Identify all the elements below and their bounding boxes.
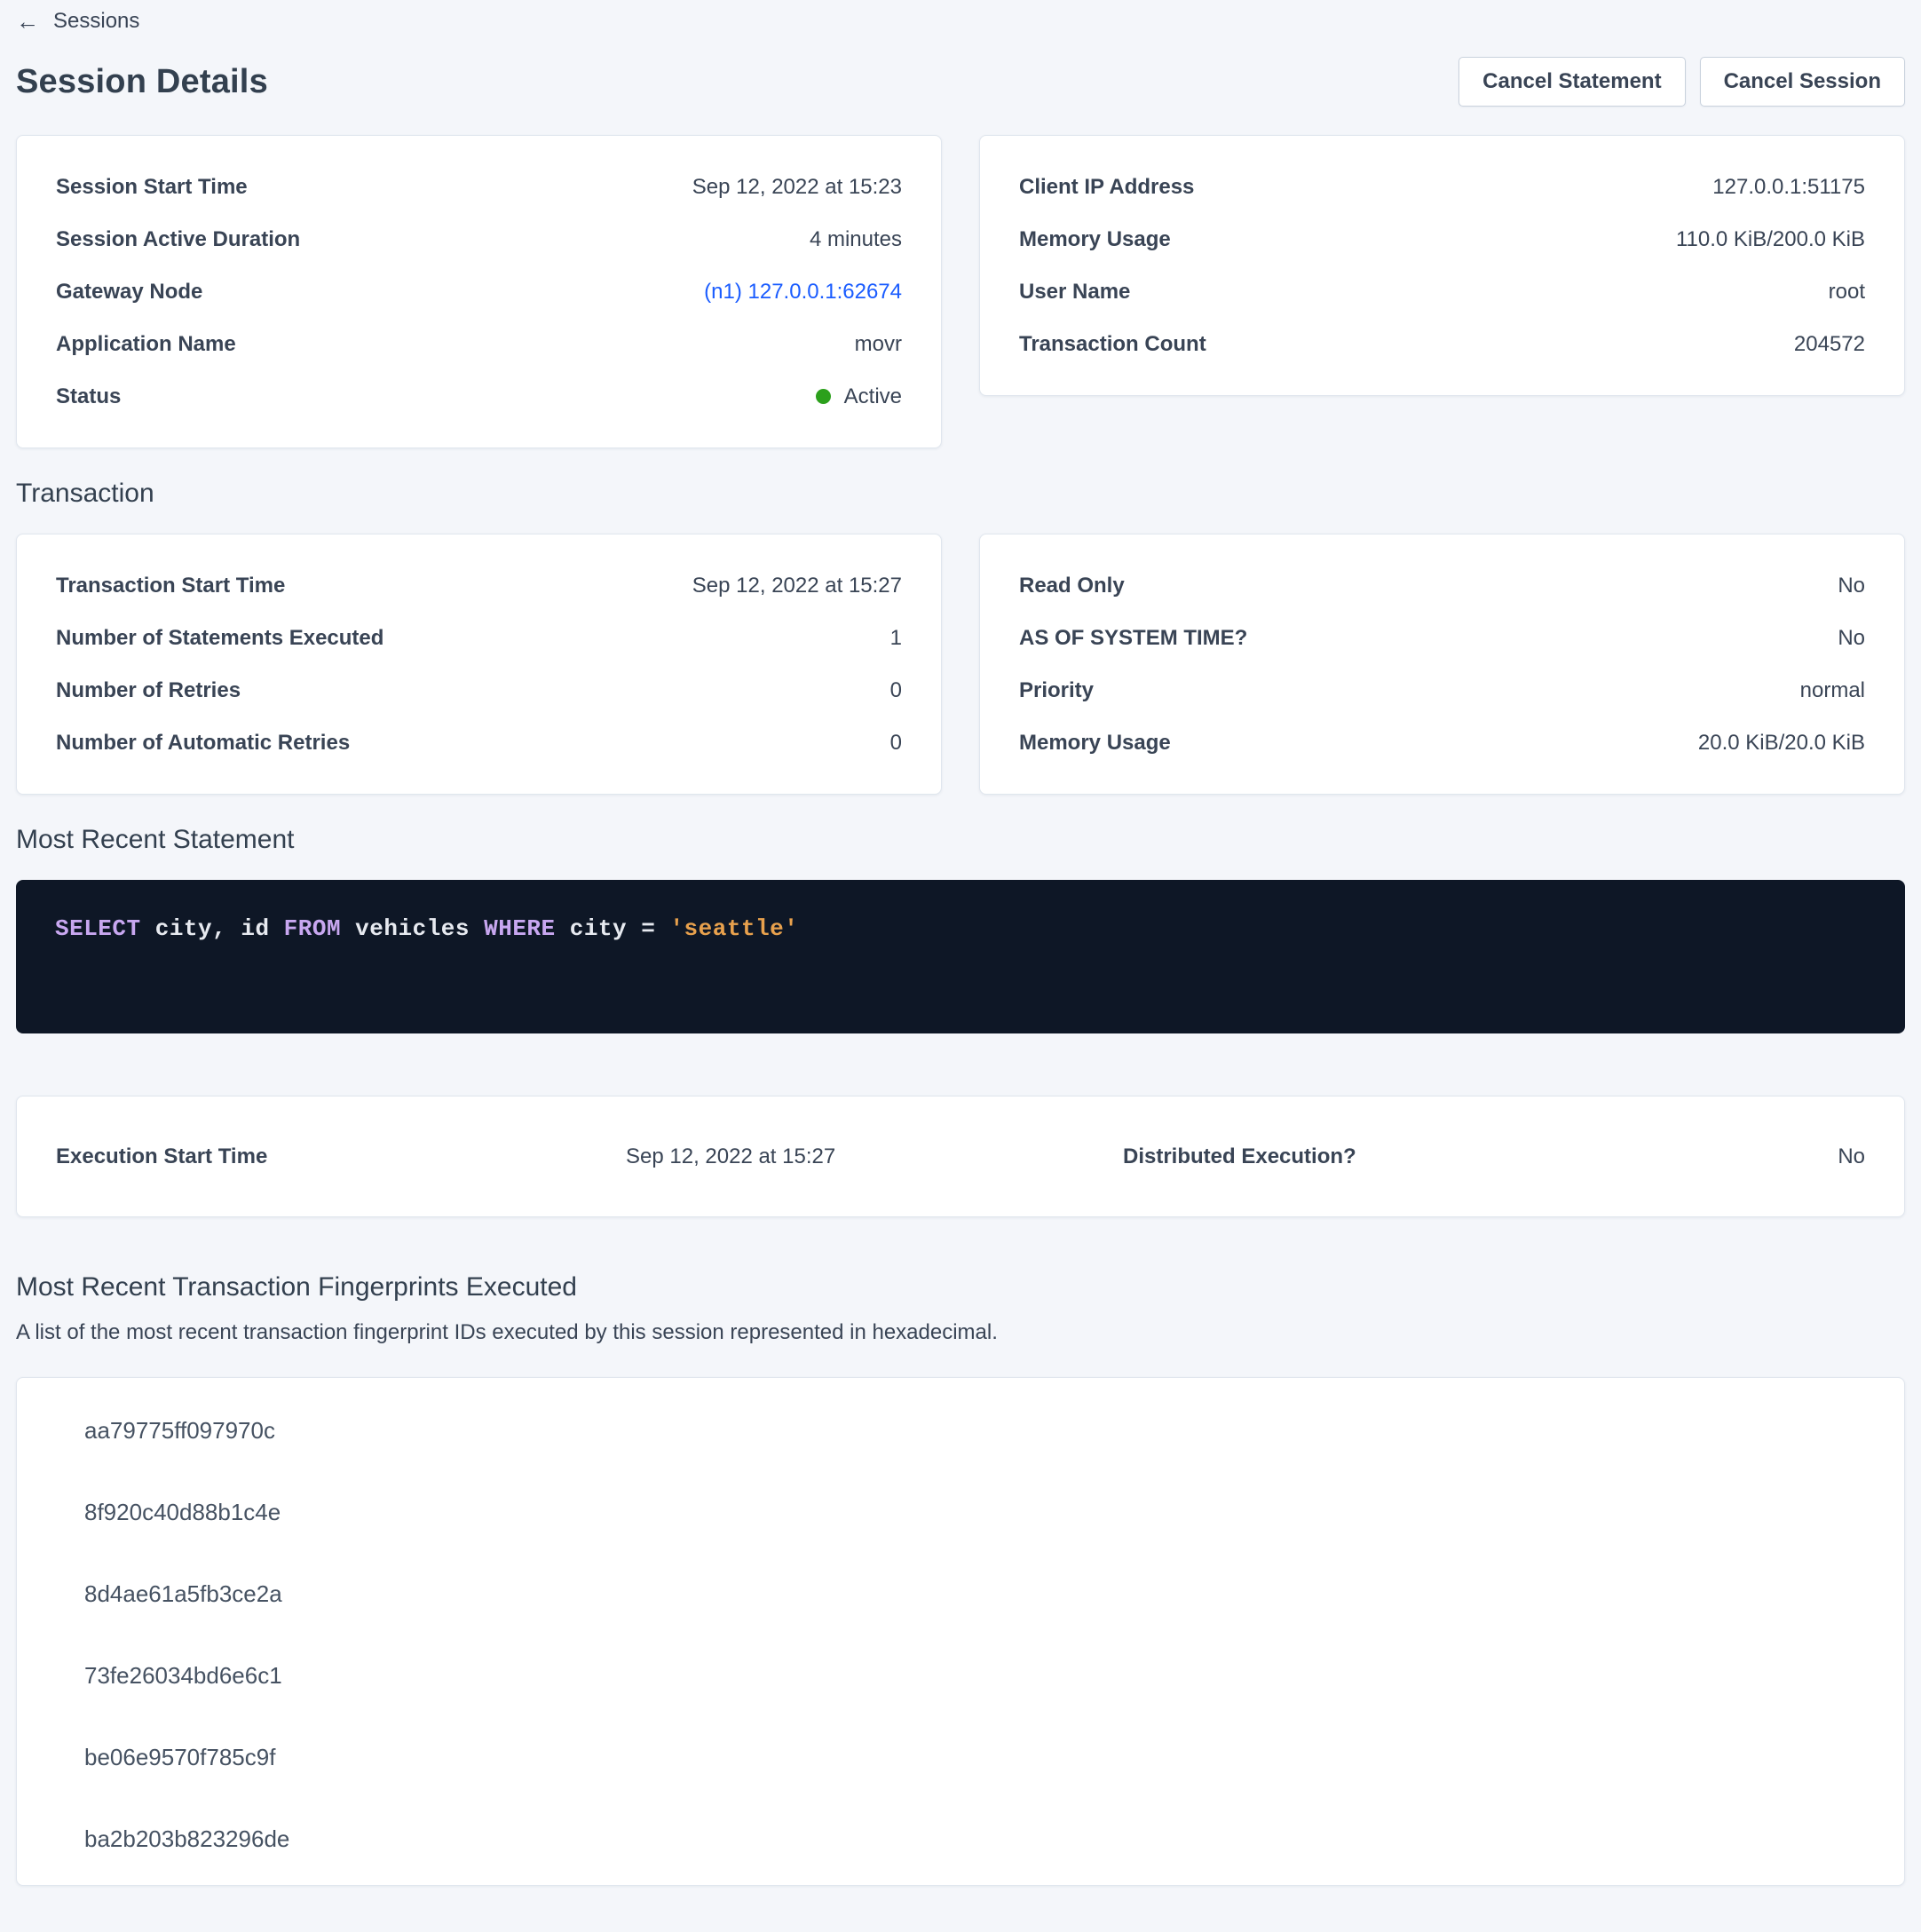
gateway-node-row: Gateway Node (n1) 127.0.0.1:62674 [56, 265, 902, 318]
session-details-page: ← Sessions Session Details Cancel Statem… [0, 0, 1921, 1886]
row-value: 4 minutes [810, 227, 902, 252]
row-value: Sep 12, 2022 at 15:23 [692, 175, 902, 200]
row-value: 1 [890, 626, 902, 651]
session-summary-grid: Session Start Time Sep 12, 2022 at 15:23… [16, 135, 1905, 448]
status-badge: Active [816, 384, 902, 409]
row-value: Sep 12, 2022 at 15:27 [692, 574, 902, 598]
fingerprint-item: 73fe26034bd6e6c1 [84, 1662, 1865, 1690]
memory-usage-row: Memory Usage 110.0 KiB/200.0 KiB [1019, 213, 1865, 265]
row-label: Session Start Time [56, 175, 248, 200]
row-value: 0 [890, 731, 902, 756]
distributed-execution-value: No [1838, 1144, 1865, 1169]
row-label: Client IP Address [1019, 175, 1194, 200]
statements-executed-row: Number of Statements Executed 1 [56, 612, 902, 664]
fingerprints-section-heading: Most Recent Transaction Fingerprints Exe… [16, 1272, 1905, 1303]
row-value: root [1829, 280, 1865, 305]
row-label: Application Name [56, 332, 236, 357]
row-label: Transaction Start Time [56, 574, 285, 598]
execution-start-time-label: Execution Start Time [56, 1144, 626, 1169]
fingerprint-item: ba2b203b823296de [84, 1825, 1865, 1853]
page-header: Session Details Cancel Statement Cancel … [16, 57, 1905, 107]
row-label: Memory Usage [1019, 227, 1171, 252]
user-name-row: User Name root [1019, 265, 1865, 318]
sql-statement: SELECT city, id FROM vehicles WHERE city… [55, 915, 1866, 942]
transaction-info-card: Transaction Start Time Sep 12, 2022 at 1… [16, 534, 942, 795]
execution-start-time-value: Sep 12, 2022 at 15:27 [626, 1144, 1123, 1169]
fingerprints-card: aa79775ff097970c 8f920c40d88b1c4e 8d4ae61a… [16, 1377, 1905, 1886]
transaction-start-time-row: Transaction Start Time Sep 12, 2022 at 1… [56, 559, 902, 612]
client-ip-row: Client IP Address 127.0.0.1:51175 [1019, 161, 1865, 213]
status-active-dot-icon [816, 389, 831, 404]
row-value: 0 [890, 678, 902, 703]
back-arrow-icon: ← [16, 10, 39, 33]
back-link-label: Sessions [53, 9, 139, 34]
row-value: No [1838, 574, 1865, 598]
priority-row: Priority normal [1019, 664, 1865, 717]
session-info-card: Session Start Time Sep 12, 2022 at 15:23… [16, 135, 942, 448]
header-actions: Cancel Statement Cancel Session [1459, 57, 1905, 107]
cancel-session-button[interactable]: Cancel Session [1700, 57, 1905, 107]
session-start-time-row: Session Start Time Sep 12, 2022 at 15:23 [56, 161, 902, 213]
row-label: Memory Usage [1019, 731, 1171, 756]
status-row: Status Active [56, 370, 902, 423]
row-label: User Name [1019, 280, 1130, 305]
gateway-node-link[interactable]: (n1) 127.0.0.1:62674 [704, 280, 902, 305]
transaction-section-heading: Transaction [16, 479, 1905, 509]
row-value: 20.0 KiB/20.0 KiB [1698, 731, 1865, 756]
automatic-retries-row: Number of Automatic Retries 0 [56, 717, 902, 769]
row-label: Number of Retries [56, 678, 241, 703]
row-label: AS OF SYSTEM TIME? [1019, 626, 1247, 651]
fingerprint-list: aa79775ff097970c 8f920c40d88b1c4e 8d4ae61a… [84, 1417, 1865, 1853]
row-label: Read Only [1019, 574, 1125, 598]
row-label: Priority [1019, 678, 1094, 703]
execution-info-card: Execution Start Time Sep 12, 2022 at 15:… [16, 1096, 1905, 1217]
row-value: normal [1800, 678, 1865, 703]
as-of-system-time-row: AS OF SYSTEM TIME? No [1019, 612, 1865, 664]
statement-section-heading: Most Recent Statement [16, 825, 1905, 855]
fingerprint-item: aa79775ff097970c [84, 1417, 1865, 1445]
row-label: Gateway Node [56, 280, 202, 305]
retries-row: Number of Retries 0 [56, 664, 902, 717]
row-label: Number of Statements Executed [56, 626, 383, 651]
fingerprints-subtitle: A list of the most recent transaction fi… [16, 1320, 1905, 1345]
fingerprint-item: be06e9570f785c9f [84, 1744, 1865, 1771]
sessions-back-link[interactable]: ← Sessions [16, 0, 139, 34]
row-value: No [1838, 626, 1865, 651]
fingerprint-item: 8d4ae61a5fb3ce2a [84, 1580, 1865, 1608]
page-title: Session Details [16, 63, 268, 101]
row-value: 204572 [1794, 332, 1865, 357]
status-value: Active [844, 384, 902, 409]
row-label: Transaction Count [1019, 332, 1206, 357]
transaction-grid: Transaction Start Time Sep 12, 2022 at 1… [16, 534, 1905, 795]
row-label: Status [56, 384, 121, 409]
transaction-count-row: Transaction Count 204572 [1019, 318, 1865, 370]
row-label: Session Active Duration [56, 227, 300, 252]
row-value: 110.0 KiB/200.0 KiB [1676, 227, 1865, 252]
txn-memory-usage-row: Memory Usage 20.0 KiB/20.0 KiB [1019, 717, 1865, 769]
client-info-card: Client IP Address 127.0.0.1:51175 Memory… [979, 135, 1905, 396]
distributed-execution-label: Distributed Execution? [1123, 1144, 1838, 1169]
application-name-row: Application Name movr [56, 318, 902, 370]
row-value: 127.0.0.1:51175 [1712, 175, 1865, 200]
fingerprint-item: 8f920c40d88b1c4e [84, 1499, 1865, 1526]
session-active-duration-row: Session Active Duration 4 minutes [56, 213, 902, 265]
transaction-props-card: Read Only No AS OF SYSTEM TIME? No Prior… [979, 534, 1905, 795]
cancel-statement-button[interactable]: Cancel Statement [1459, 57, 1685, 107]
row-label: Number of Automatic Retries [56, 731, 350, 756]
row-value: movr [855, 332, 902, 357]
sql-statement-box: SELECT city, id FROM vehicles WHERE city… [16, 880, 1905, 1033]
read-only-row: Read Only No [1019, 559, 1865, 612]
